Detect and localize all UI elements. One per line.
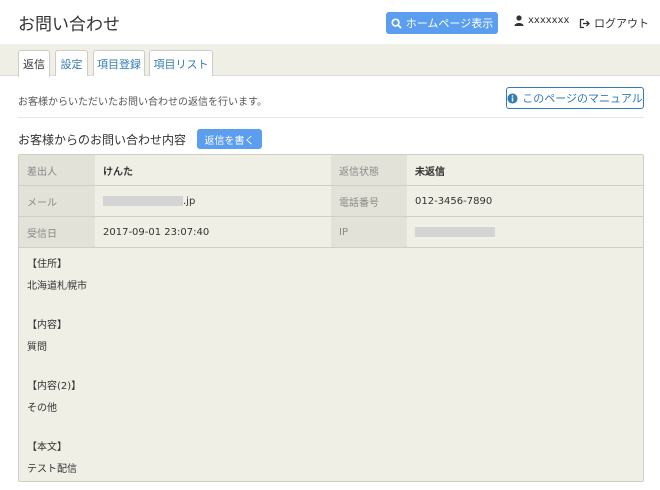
- mail-suffix: .jp: [183, 195, 196, 207]
- page-title: お問い合わせ: [18, 15, 120, 35]
- manual-button[interactable]: このページのマニュアル: [506, 87, 644, 109]
- content-value: 質問: [27, 342, 47, 353]
- detail-row: メール .jp 電話番号 012-3456-7890: [19, 186, 643, 217]
- user-menu[interactable]: xxxxxxx: [514, 15, 569, 26]
- page-description: お客様からいただいたお問い合わせの返信を行います。: [18, 97, 267, 108]
- tab-bar: 返信 設定 項目登録 項目リスト: [0, 44, 660, 77]
- ip-value: [407, 217, 643, 247]
- inquiry-body: 【住所】 北海道札幌市 【内容】 質問 【内容(2)】 その他 【本文】 テスト…: [27, 259, 87, 490]
- text-label: 【本文】: [27, 442, 67, 453]
- tab-item-register[interactable]: 項目登録: [93, 50, 145, 76]
- ip-label: IP: [331, 217, 407, 247]
- tab-reply[interactable]: 返信: [18, 50, 50, 77]
- search-icon: [391, 17, 402, 29]
- tab-item-list[interactable]: 項目リスト: [149, 50, 213, 76]
- address-block: 【住所】 北海道札幌市: [27, 259, 87, 292]
- redacted-ip: [415, 227, 495, 237]
- address-value: 北海道札幌市: [27, 281, 87, 292]
- header: お問い合わせ ホームページ表示 xxxxxxx ログアウト: [0, 0, 660, 44]
- tab-settings[interactable]: 設定: [55, 50, 88, 76]
- homepage-button-label: ホームページ表示: [405, 17, 494, 30]
- manual-button-label: このページのマニュアル: [522, 92, 643, 105]
- homepage-button[interactable]: ホームページ表示: [386, 12, 498, 34]
- user-icon: [514, 15, 524, 26]
- address-label: 【住所】: [27, 259, 67, 270]
- status-label: 返信状態: [331, 155, 407, 185]
- mail-value: .jp: [95, 186, 331, 216]
- username: xxxxxxx: [528, 15, 570, 26]
- write-reply-button[interactable]: 返信を書く: [197, 129, 262, 149]
- detail-row: 受信日 2017-09-01 23:07:40 IP: [19, 217, 643, 248]
- text-block: 【本文】 テスト配信: [27, 442, 87, 475]
- content-label: 【内容】: [27, 320, 67, 331]
- content2-value: その他: [27, 403, 57, 414]
- info-icon: [507, 92, 518, 104]
- phone-label: 電話番号: [331, 186, 407, 216]
- inquiry-detail-panel: 差出人 けんた 返信状態 未返信 メール .jp 電話番号 012-3456-7…: [18, 154, 644, 482]
- logout-link[interactable]: ログアウト: [579, 15, 649, 31]
- redacted-email: [103, 196, 183, 206]
- text-value: テスト配信: [27, 464, 77, 475]
- logout-label: ログアウト: [594, 17, 649, 30]
- content-block: 【内容】 質問: [27, 320, 87, 353]
- detail-row: 差出人 けんた 返信状態 未返信: [19, 155, 643, 186]
- received-value: 2017-09-01 23:07:40: [103, 226, 210, 238]
- status-value: 未返信: [415, 166, 445, 178]
- content2-block: 【内容(2)】 その他: [27, 381, 87, 414]
- content2-label: 【内容(2)】: [27, 381, 82, 392]
- sender-label: 差出人: [19, 155, 95, 185]
- divider: [18, 117, 644, 118]
- logout-icon: [579, 18, 590, 29]
- phone-value: 012-3456-7890: [415, 195, 493, 207]
- section-title: お客様からのお問い合わせ内容: [18, 133, 187, 147]
- received-label: 受信日: [19, 217, 95, 247]
- mail-label: メール: [19, 186, 95, 216]
- sender-value: けんた: [103, 166, 133, 178]
